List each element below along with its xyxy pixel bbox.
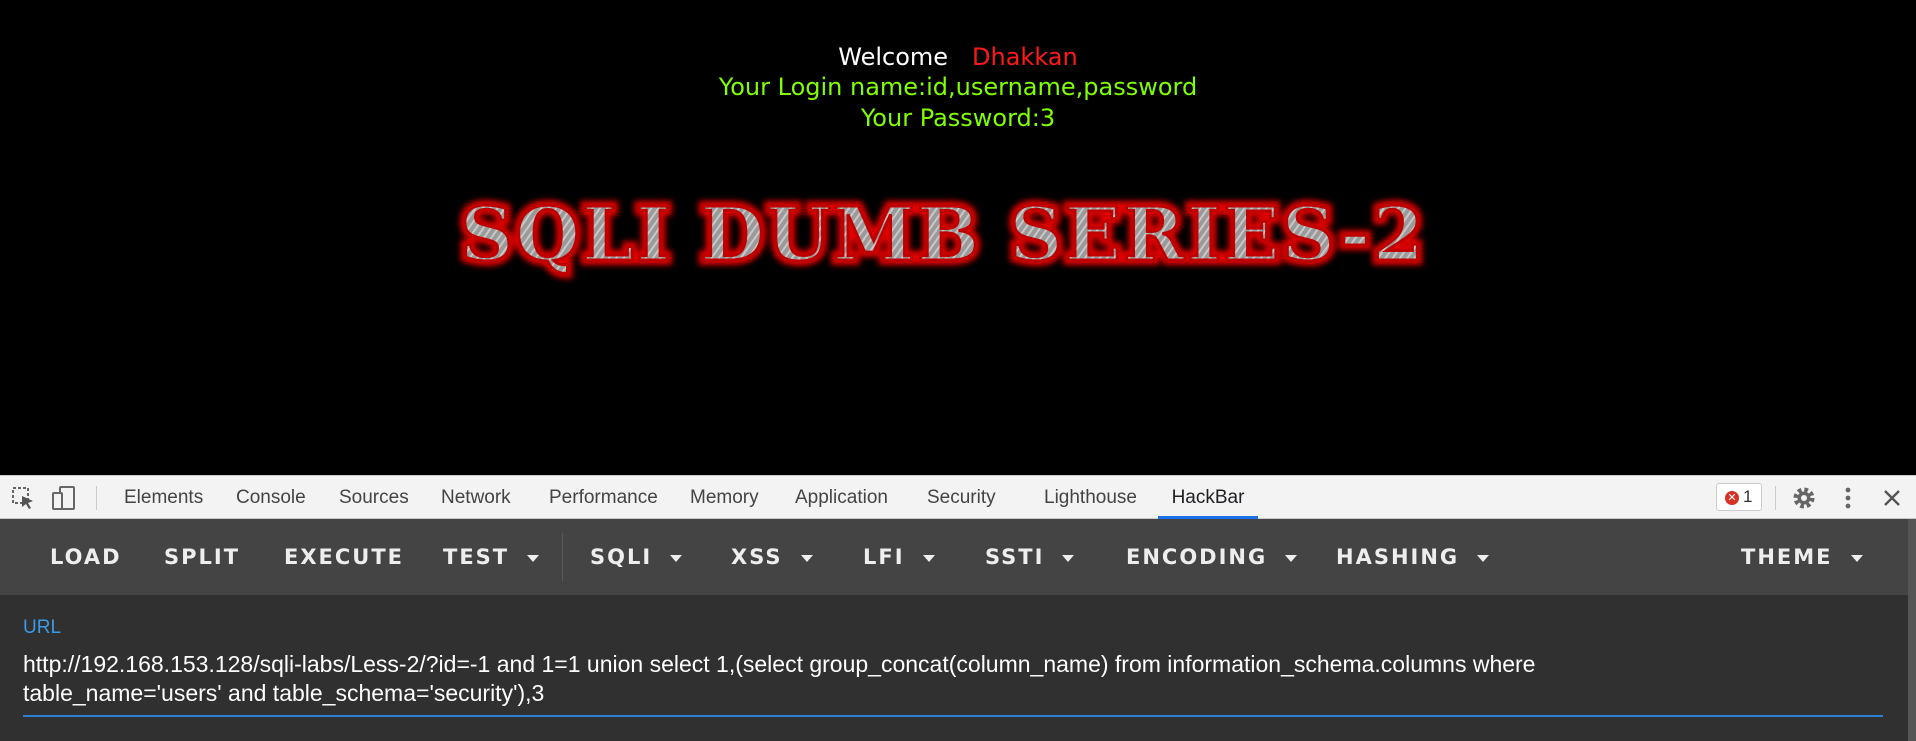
tab-network[interactable]: Network	[441, 476, 511, 519]
url-input-underline	[23, 715, 1883, 717]
theme-menu-button[interactable]: THEME	[1741, 519, 1863, 595]
tab-security[interactable]: Security	[927, 476, 996, 519]
welcome-label: Welcome	[838, 43, 949, 71]
encoding-menu-label: ENCODING	[1126, 545, 1268, 569]
hashing-menu-label: HASHING	[1336, 545, 1460, 569]
test-menu-button[interactable]: TEST	[443, 519, 540, 595]
sqli-menu-label: SQLI	[590, 545, 653, 569]
execute-button[interactable]: EXECUTE	[284, 519, 404, 595]
more-options-icon[interactable]	[1834, 484, 1862, 512]
split-button[interactable]: SPLIT	[164, 519, 240, 595]
dropdown-caret-icon	[922, 554, 935, 562]
dropdown-caret-icon	[670, 554, 683, 562]
error-icon: ✕	[1725, 491, 1739, 505]
execute-button-label: EXECUTE	[284, 545, 405, 569]
url-input[interactable]: http://192.168.153.128/sqli-labs/Less-2/…	[23, 650, 1683, 708]
lfi-menu-button[interactable]: LFI	[863, 519, 935, 595]
hackbar-toolbar: LOAD SPLIT EXECUTE TEST SQLI XSS LFI SST…	[0, 519, 1908, 595]
split-button-label: SPLIT	[164, 545, 241, 569]
url-label: URL	[23, 617, 62, 638]
banner-title: SQLI DUMB SERIES-2	[460, 192, 1426, 278]
tab-application[interactable]: Application	[795, 476, 888, 519]
devtools-panel: Elements Console Sources Network Perform…	[0, 475, 1916, 741]
dropdown-caret-icon	[527, 554, 540, 562]
device-toolbar-icon[interactable]	[50, 484, 78, 512]
encoding-menu-button[interactable]: ENCODING	[1126, 519, 1298, 595]
load-button-label: LOAD	[50, 545, 122, 569]
inspect-element-icon[interactable]	[9, 484, 37, 512]
tab-elements[interactable]: Elements	[124, 476, 203, 519]
close-icon[interactable]	[1878, 484, 1906, 512]
tabbar-divider	[96, 486, 97, 510]
lfi-menu-label: LFI	[863, 545, 905, 569]
test-menu-label: TEST	[443, 545, 510, 569]
tab-performance[interactable]: Performance	[549, 476, 658, 519]
dropdown-caret-icon	[1850, 554, 1863, 562]
page-content: Welcome Dhakkan Your Login name:id,userna…	[0, 0, 1916, 475]
error-count-badge[interactable]: ✕ 1	[1716, 483, 1762, 511]
sqli-dumb-series-banner: SQLI DUMB SERIES-2 SQLI DUMB SERIES-2	[455, 187, 1429, 283]
tab-hackbar[interactable]: HackBar	[1158, 476, 1258, 519]
password-line: Your Password:3	[860, 104, 1056, 132]
tabbar-divider	[1775, 486, 1776, 510]
dropdown-caret-icon	[800, 554, 813, 562]
hackbar-scrollbar[interactable]	[1908, 519, 1916, 741]
url-field-container: URL http://192.168.153.128/sqli-labs/Les…	[0, 595, 1908, 741]
load-button[interactable]: LOAD	[50, 519, 122, 595]
error-count: 1	[1743, 487, 1753, 506]
settings-gear-icon[interactable]	[1790, 484, 1818, 512]
xss-menu-label: XSS	[731, 545, 783, 569]
toolbar-divider	[562, 533, 563, 581]
ssti-menu-button[interactable]: SSTI	[985, 519, 1075, 595]
dropdown-caret-icon	[1062, 554, 1075, 562]
user-name: Dhakkan	[972, 43, 1078, 71]
xss-menu-button[interactable]: XSS	[731, 519, 813, 595]
tab-sources[interactable]: Sources	[339, 476, 409, 519]
tab-lighthouse[interactable]: Lighthouse	[1044, 476, 1137, 519]
dropdown-caret-icon	[1477, 554, 1490, 562]
devtools-tabbar: Elements Console Sources Network Perform…	[0, 475, 1916, 519]
dropdown-caret-icon	[1285, 554, 1298, 562]
welcome-line: Welcome Dhakkan	[0, 42, 1916, 72]
tab-console[interactable]: Console	[236, 476, 306, 519]
login-name-line: Your Login name:id,username,password	[718, 73, 1198, 101]
tab-memory[interactable]: Memory	[690, 476, 759, 519]
ssti-menu-label: SSTI	[985, 545, 1045, 569]
sqli-menu-button[interactable]: SQLI	[590, 519, 683, 595]
hashing-menu-button[interactable]: HASHING	[1336, 519, 1490, 595]
theme-menu-label: THEME	[1741, 545, 1833, 569]
